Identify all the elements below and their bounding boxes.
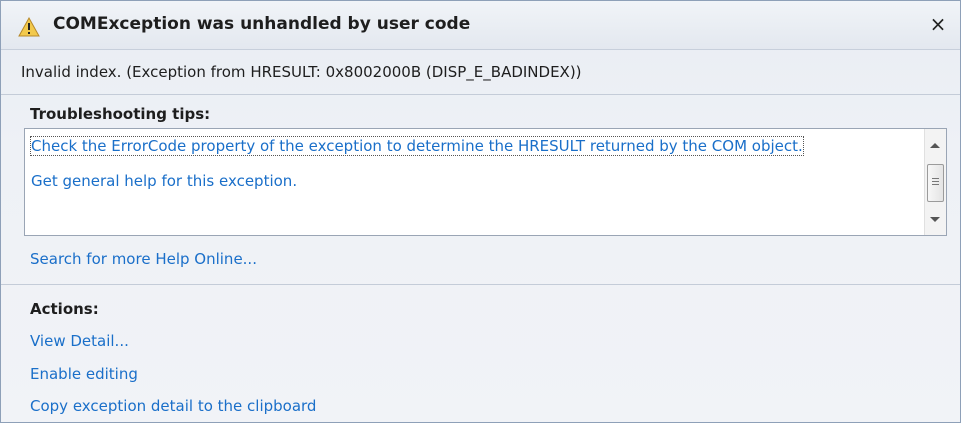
exception-message-row: Invalid index. (Exception from HRESULT: … xyxy=(1,50,960,95)
tips-scrollbar[interactable] xyxy=(924,129,946,235)
close-button[interactable]: × xyxy=(926,11,950,37)
view-detail-link[interactable]: View Detail... xyxy=(30,332,129,350)
copy-exception-detail-link[interactable]: Copy exception detail to the clipboard xyxy=(30,397,316,415)
close-icon: × xyxy=(929,12,947,36)
enable-editing-link[interactable]: Enable editing xyxy=(30,365,138,383)
tip-link-errorcode[interactable]: Check the ErrorCode property of the exce… xyxy=(30,136,804,156)
scroll-down-icon[interactable] xyxy=(930,217,940,222)
scroll-up-icon[interactable] xyxy=(930,143,940,148)
exception-message: Invalid index. (Exception from HRESULT: … xyxy=(21,63,582,81)
scroll-thumb[interactable] xyxy=(927,164,944,202)
troubleshooting-tips-list[interactable]: Check the ErrorCode property of the exce… xyxy=(24,128,947,236)
tip-link-general-help[interactable]: Get general help for this exception. xyxy=(31,172,297,190)
dialog-title: COMException was unhandled by user code xyxy=(53,14,471,34)
section-divider xyxy=(1,284,960,285)
search-help-online-link[interactable]: Search for more Help Online... xyxy=(30,250,257,268)
troubleshooting-heading: Troubleshooting tips: xyxy=(30,105,211,123)
warning-icon xyxy=(18,16,40,37)
exception-dialog: COMException was unhandled by user code … xyxy=(0,0,961,423)
actions-heading: Actions: xyxy=(30,300,99,318)
dialog-titlebar: COMException was unhandled by user code … xyxy=(1,1,960,50)
